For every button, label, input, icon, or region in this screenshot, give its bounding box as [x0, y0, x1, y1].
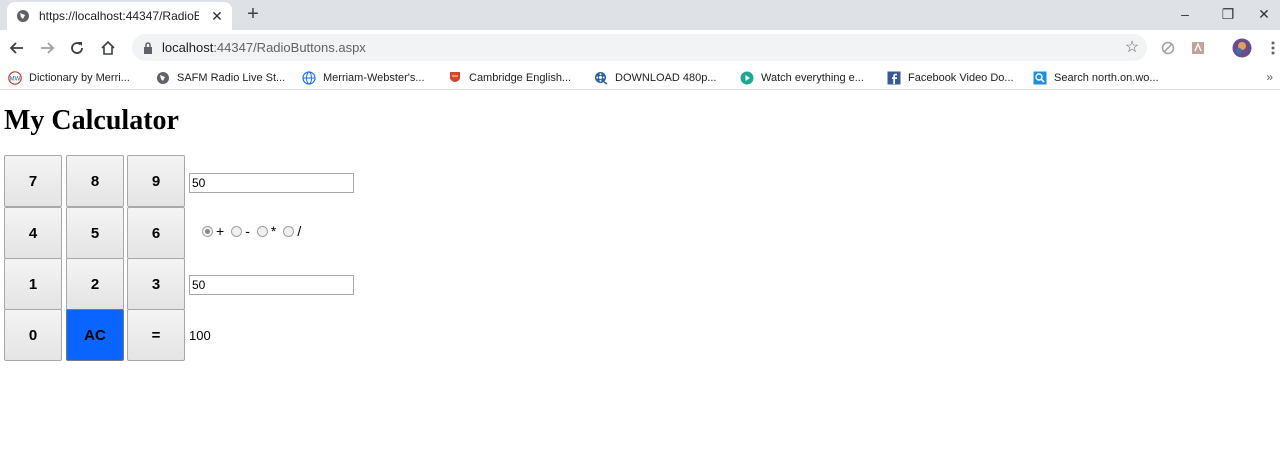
bookmark-label: SAFM Radio Live St... — [177, 72, 286, 84]
bookmark-item[interactable]: DOWNLOAD 480p... — [594, 69, 716, 87]
key-1-button[interactable]: 1 — [4, 258, 62, 310]
minimize-button[interactable]: – — [1162, 0, 1208, 28]
key-6-button[interactable]: 6 — [127, 207, 185, 259]
globe-icon — [302, 71, 316, 85]
bookmark-label: Search north.on.wo... — [1054, 72, 1159, 84]
browser-toolbar: localhost:44347/RadioButtons.aspx ☆ — [0, 30, 1280, 65]
new-tab-button[interactable]: + — [243, 3, 263, 25]
bookmark-label: DOWNLOAD 480p... — [615, 72, 717, 84]
bookmarks-bar: MW Dictionary by Merri... SAFM Radio Liv… — [0, 65, 1280, 90]
pdf-extension-icon[interactable] — [1189, 39, 1207, 57]
forward-arrow-icon[interactable] — [36, 37, 58, 59]
globe-dark-icon — [156, 71, 170, 85]
profile-avatar-icon[interactable] — [1232, 38, 1252, 58]
radio-add-label: + — [216, 223, 225, 239]
close-tab-icon[interactable]: ✕ — [209, 8, 225, 24]
key-7-button[interactable]: 7 — [4, 155, 62, 207]
key-0-button[interactable]: 0 — [4, 309, 62, 361]
lock-icon[interactable] — [142, 41, 154, 54]
url-host: localhost — [162, 40, 214, 55]
bookmark-label: Facebook Video Do... — [908, 72, 1014, 84]
bookmark-item[interactable]: Merriam-Webster's... — [302, 69, 425, 87]
browser-menu-icon[interactable] — [1264, 39, 1280, 57]
radio-subtract-label: - — [245, 223, 250, 239]
extension-blocker-icon[interactable] — [1159, 39, 1177, 57]
tab-title: https://localhost:44347/RadioBut — [39, 9, 199, 23]
radio-divide-label: / — [297, 223, 302, 239]
url-path: :44347/RadioButtons.aspx — [213, 40, 366, 55]
facebook-icon — [887, 71, 901, 85]
tab-strip: https://localhost:44347/RadioBut ✕ + – ❐… — [0, 0, 1280, 30]
bookmark-item[interactable]: SAFM Radio Live St... — [156, 69, 285, 87]
cambridge-crest-icon — [448, 71, 462, 85]
second-operand-input[interactable] — [189, 275, 354, 295]
bookmark-item[interactable]: Search north.on.wo... — [1033, 69, 1159, 87]
operation-radio-group: + - * / — [202, 223, 308, 239]
browser-tab[interactable]: https://localhost:44347/RadioBut ✕ — [7, 2, 232, 30]
bookmark-label: Dictionary by Merri... — [29, 72, 130, 84]
all-clear-button[interactable]: AC — [66, 309, 124, 361]
back-arrow-icon[interactable] — [6, 37, 28, 59]
key-5-button[interactable]: 5 — [66, 207, 124, 259]
restore-button[interactable]: ❐ — [1205, 0, 1251, 28]
bookmark-label: Cambridge English... — [469, 72, 572, 84]
key-4-button[interactable]: 4 — [4, 207, 62, 259]
equals-button[interactable]: = — [127, 309, 185, 361]
first-operand-input[interactable] — [189, 173, 354, 193]
svg-text:MW: MW — [10, 77, 21, 83]
bookmark-label: Watch everything e... — [761, 72, 864, 84]
globe-icon — [15, 8, 31, 24]
bookmark-star-icon[interactable]: ☆ — [1123, 38, 1141, 56]
bookmark-item[interactable]: Facebook Video Do... — [887, 69, 1014, 87]
bookmark-label: Merriam-Webster's... — [323, 72, 425, 84]
key-9-button[interactable]: 9 — [127, 155, 185, 207]
page-title: My Calculator — [4, 105, 179, 136]
search-site-icon — [1033, 71, 1047, 85]
radio-add[interactable] — [202, 225, 213, 237]
radio-divide[interactable] — [283, 225, 295, 237]
url-text: localhost:44347/RadioButtons.aspx — [162, 40, 366, 55]
merriam-webster-icon: MW — [8, 71, 22, 85]
bookmark-item[interactable]: Watch everything e... — [740, 69, 864, 87]
radio-multiply[interactable] — [256, 225, 268, 237]
radio-subtract[interactable] — [231, 225, 243, 237]
result-text: 100 — [189, 328, 211, 343]
bookmark-item[interactable]: MW Dictionary by Merri... — [8, 69, 130, 87]
film-reel-icon — [594, 71, 608, 85]
home-icon[interactable] — [97, 37, 119, 59]
key-8-button[interactable]: 8 — [66, 155, 124, 207]
address-bar[interactable]: localhost:44347/RadioButtons.aspx ☆ — [132, 34, 1147, 61]
reload-icon[interactable] — [66, 37, 88, 59]
page-content: My Calculator 7 8 9 4 5 6 + - * / 1 2 3 … — [0, 96, 1280, 453]
radio-multiply-label: * — [270, 223, 277, 239]
bookmark-item[interactable]: Cambridge English... — [448, 69, 571, 87]
more-bookmarks-chevron-icon[interactable]: » — [1266, 70, 1273, 84]
key-3-button[interactable]: 3 — [127, 258, 185, 310]
key-2-button[interactable]: 2 — [66, 258, 124, 310]
close-window-button[interactable]: ✕ — [1248, 0, 1280, 28]
play-icon — [740, 71, 754, 85]
